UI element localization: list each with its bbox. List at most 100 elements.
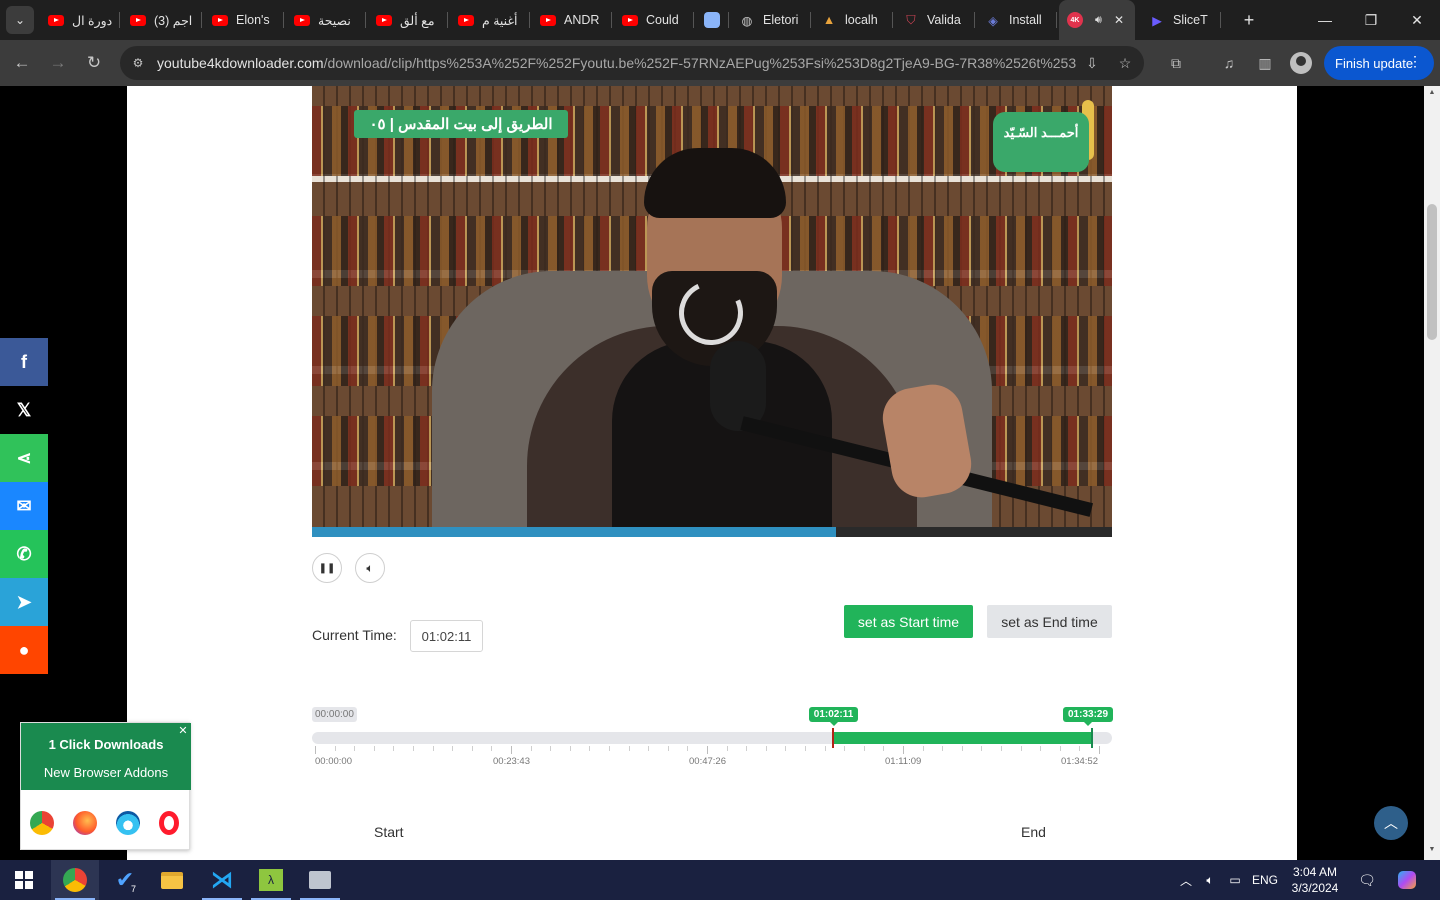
youtube-icon [622,12,638,28]
whatsapp-share-icon[interactable]: ✆ [0,530,48,578]
copilot-icon[interactable] [1396,860,1418,900]
slider-tick [373,746,375,751]
reload-button[interactable]: ↻ [79,48,109,78]
pause-button[interactable]: ❚❚ [312,553,342,583]
taskbar-terminal-app[interactable]: λ [247,860,295,900]
site-info-icon[interactable]: ⚙ [128,53,148,73]
scroll-down-arrow-icon[interactable]: ▼ [1427,846,1437,853]
chrome-icon[interactable] [30,811,54,835]
url-text[interactable]: youtube4kdownloader.com/download/clip/ht… [157,55,1077,71]
taskbar-chrome[interactable] [51,860,99,900]
browser-tab[interactable] [696,0,729,40]
taskbar-ssh-app[interactable] [296,860,344,900]
close-window-button[interactable]: ✕ [1394,0,1440,40]
install-app-icon[interactable]: ⇩ [1082,53,1102,73]
set-end-time-button[interactable]: set as End time [987,605,1112,638]
side-panel-icon[interactable]: ▥ [1254,52,1276,74]
sharethis-share-icon[interactable]: ⋖ [0,434,48,482]
slider-tick [707,746,708,754]
browser-tab[interactable]: نصيحة [286,0,366,40]
browser-tab[interactable]: Could [614,0,694,40]
current-time-value: 01:02:11 [410,620,483,652]
browser-tab[interactable]: (3) اجم [122,0,202,40]
browser-tab[interactable]: ▲ localh [813,0,893,40]
mute-button[interactable]: 🔈︎ [355,553,385,583]
bookmark-star-icon[interactable]: ☆ [1115,53,1135,73]
slider-tick [550,746,552,751]
messenger-share-icon[interactable]: ✉ [0,482,48,530]
back-button[interactable]: ← [7,48,37,78]
slider-tick [844,746,846,751]
tab-audio-icon[interactable]: 🔊︎ [1095,14,1102,27]
profile-avatar[interactable] [1290,52,1312,74]
video-player[interactable]: الطريق إلى بيت المقدس | ٠٥ أحمـــد السّـ… [312,86,1112,536]
range-end-handle[interactable] [1091,728,1093,748]
slider-tick [334,746,336,751]
close-tab-icon[interactable]: ✕ [1114,13,1124,27]
localhost-icon: ▲ [822,13,836,27]
network-icon[interactable]: ▭ [1224,860,1246,900]
taskbar-file-explorer[interactable] [148,860,196,900]
language-indicator[interactable]: ENG [1250,860,1280,900]
slider-tick [315,746,316,754]
browser-tab[interactable]: ▶ SliceT [1141,0,1221,40]
slider-tick [1040,746,1042,751]
range-start-handle[interactable] [831,728,834,748]
slider-tick [1059,746,1061,751]
browser-tab[interactable]: أغنية م [450,0,530,40]
notifications-icon[interactable]: 🗨︎ [1356,860,1378,900]
tab-title: ANDR [564,13,600,27]
address-bar[interactable]: ⚙ youtube4kdownloader.com/download/clip/… [120,46,1144,80]
slider-tick [687,746,689,751]
page-scrollbar[interactable]: ▲ ▼ [1424,86,1440,860]
clock[interactable]: 3:04 AM 3/3/2024 [1288,860,1342,900]
finish-update-button[interactable]: Finish update ⋮ [1324,46,1434,80]
taskbar-checklist-app[interactable]: ✔ 7 [101,860,149,900]
minimize-button[interactable]: — [1302,0,1348,40]
set-start-time-button[interactable]: set as Start time [844,605,973,638]
finish-update-label: Finish update [1335,55,1414,71]
range-min-label: 00:00:00 [312,707,357,722]
edge-icon[interactable] [116,811,140,835]
taskbar-vscode[interactable]: ⋊ [198,860,246,900]
new-tab-button[interactable]: + [1226,0,1272,40]
browser-tab[interactable]: مع ألق [368,0,448,40]
tab-title: Elon's [236,13,270,27]
browser-tab[interactable]: 4K 🔊︎ ✕ [1059,0,1135,40]
browser-tab[interactable]: ◈ Install [977,0,1057,40]
media-control-icon[interactable]: ♫ [1218,52,1240,74]
volume-icon[interactable]: 🔈︎ [1199,860,1221,900]
x-share-icon[interactable]: 𝕏 [0,386,48,434]
restore-button[interactable]: ❐ [1348,0,1394,40]
video-progress-bar[interactable] [312,527,1112,537]
terminal-window-icon [309,871,331,889]
reddit-share-icon[interactable]: ● [0,626,48,674]
browser-addons-popup[interactable]: 1 Click Downloads New Browser Addons ✕ [20,722,191,850]
slider-tick [863,746,865,751]
clip-range-slider[interactable] [312,728,1112,748]
browser-tab[interactable]: ANDR [532,0,612,40]
browser-tab[interactable]: ◍ Eletori [731,0,811,40]
opera-icon[interactable] [159,811,179,835]
video-title-banner: الطريق إلى بيت المقدس | ٠٥ [354,110,568,138]
start-button[interactable] [0,860,48,900]
scroll-to-top-button[interactable]: ︿ [1374,806,1408,840]
browser-toolbar: ← → ↻ ⚙ youtube4kdownloader.com/download… [0,40,1440,86]
tab-search-button[interactable]: ⌄ [6,6,34,34]
scrollbar-thumb[interactable] [1427,204,1437,340]
facebook-share-icon[interactable]: f [0,338,48,386]
browser-tab[interactable]: دورة ال [40,0,120,40]
show-hidden-icons-button[interactable]: ︿ [1176,860,1196,900]
firefox-icon[interactable] [73,811,97,835]
scroll-up-arrow-icon[interactable]: ▲ [1427,89,1437,96]
browser-tab[interactable]: Elon's [204,0,284,40]
forward-button[interactable]: → [43,48,73,78]
tab-title: Install [1009,13,1042,27]
slider-tick [824,746,826,751]
tab-title: (3) اجم [154,13,193,28]
close-icon[interactable]: ✕ [176,724,190,738]
blank-page-icon [704,12,720,28]
browser-tab[interactable]: ⛉ Valida [895,0,975,40]
extensions-icon[interactable]: ⧉ [1165,52,1187,74]
telegram-share-icon[interactable]: ➤ [0,578,48,626]
